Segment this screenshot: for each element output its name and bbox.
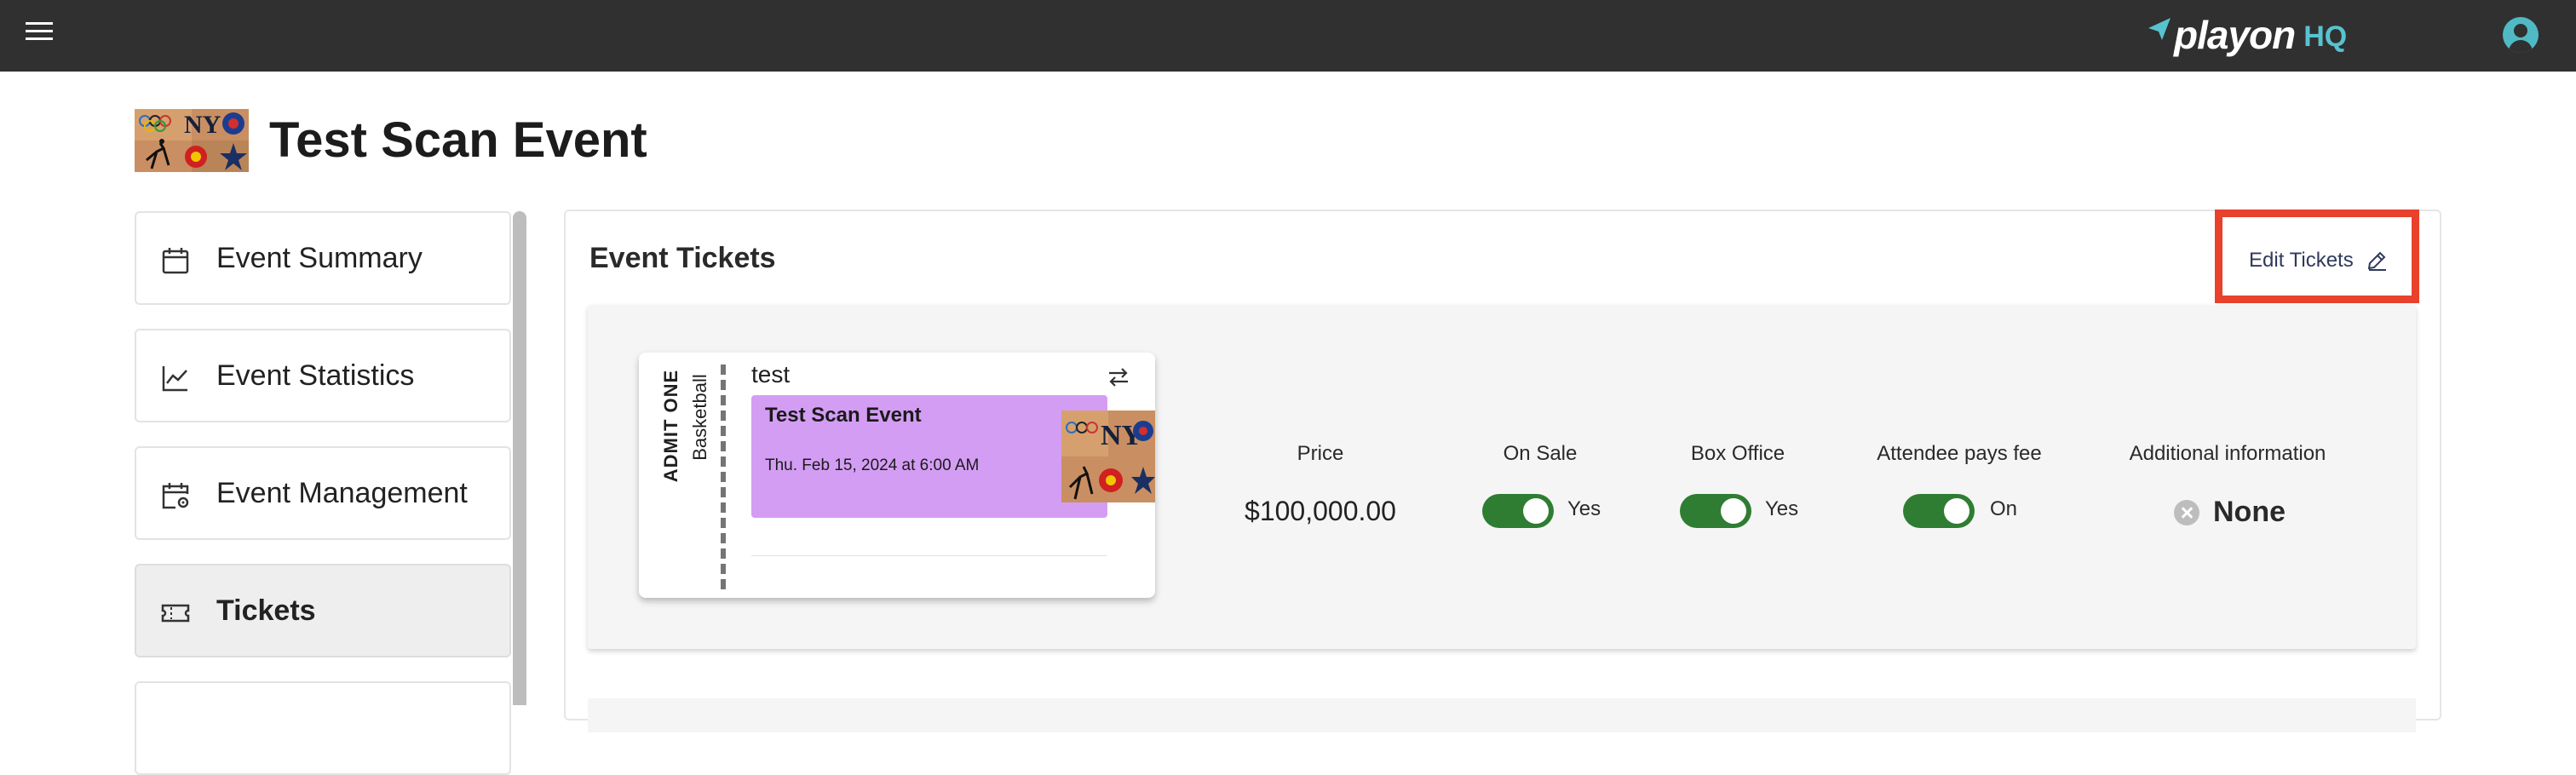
top-app-bar: playon HQ (0, 0, 2576, 72)
box-office-label: Box Office (1690, 442, 1785, 465)
ticket-perforation (721, 365, 726, 589)
sidebar-scrollbar[interactable] (513, 211, 526, 705)
ticket-event-image: NY (1061, 410, 1155, 502)
ticket-name: test (751, 361, 791, 388)
cancel-circle-icon (2174, 499, 2199, 525)
hamburger-menu-icon[interactable] (26, 22, 53, 48)
sidebar-item-event-statistics[interactable]: Event Statistics (135, 329, 511, 422)
sidebar-item-label: Event Summary (216, 242, 423, 274)
annotation-highlight-box (2215, 210, 2419, 303)
on-sale-label: On Sale (1503, 442, 1578, 465)
logo-arrow-icon (2148, 18, 2171, 40)
section-title: Event Tickets (589, 242, 776, 274)
svg-text:NY: NY (184, 111, 221, 139)
logo-hq: HQ (2303, 20, 2348, 53)
sidebar-item-tickets[interactable]: Tickets (135, 564, 511, 657)
additional-info-value: None (2174, 496, 2286, 529)
ticket-sport-label: Basketball (689, 374, 710, 461)
admit-one-label: ADMIT ONE (660, 369, 681, 483)
price-label: Price (1297, 442, 1344, 465)
logo-wordmark: playon (2174, 13, 2296, 57)
attendee-fee-toggle[interactable] (1903, 494, 1975, 528)
sidebar-item-label: Tickets (216, 594, 316, 627)
ticket-event-date: Thu. Feb 15, 2024 at 6:00 AM (765, 456, 980, 474)
sidebar-item-label: Event Management (216, 477, 468, 509)
price-value: $100,000.00 (1245, 496, 1396, 526)
ticket-event-card: Test Scan Event Thu. Feb 15, 2024 at 6:0… (751, 395, 1155, 518)
sidebar-item-event-summary[interactable]: Event Summary (135, 211, 511, 305)
ticket-stub: ADMIT ONE Basketball (647, 366, 716, 588)
additional-info-label: Additional information (2129, 442, 2326, 465)
playon-hq-logo[interactable]: playon HQ (2147, 7, 2347, 63)
on-sale-value: Yes (1567, 497, 1601, 520)
ticket-divider (751, 555, 1107, 556)
sidebar-item-label: Event Statistics (216, 359, 415, 392)
event-thumbnail: NY (135, 109, 249, 172)
transfer-arrows-icon[interactable] (1106, 365, 1131, 390)
line-chart-icon (162, 366, 187, 392)
calendar-gear-icon (162, 483, 189, 509)
sidebar-item-next[interactable] (135, 681, 511, 775)
ticket-event-title: Test Scan Event (765, 404, 922, 427)
attendee-fee-value: On (1990, 497, 2018, 520)
on-sale-toggle[interactable] (1482, 494, 1554, 528)
box-office-value: Yes (1765, 497, 1799, 520)
page-title: Test Scan Event (269, 112, 647, 168)
ticket-icon (161, 604, 190, 623)
additional-info-text: None (2213, 496, 2286, 528)
account-circle-icon[interactable] (2503, 17, 2539, 53)
box-office-toggle[interactable] (1680, 494, 1751, 528)
sidebar-item-event-management[interactable]: Event Management (135, 446, 511, 540)
calendar-icon (162, 248, 189, 274)
next-ticket-row-panel (588, 698, 2416, 732)
attendee-fee-label: Attendee pays fee (1877, 442, 2042, 465)
